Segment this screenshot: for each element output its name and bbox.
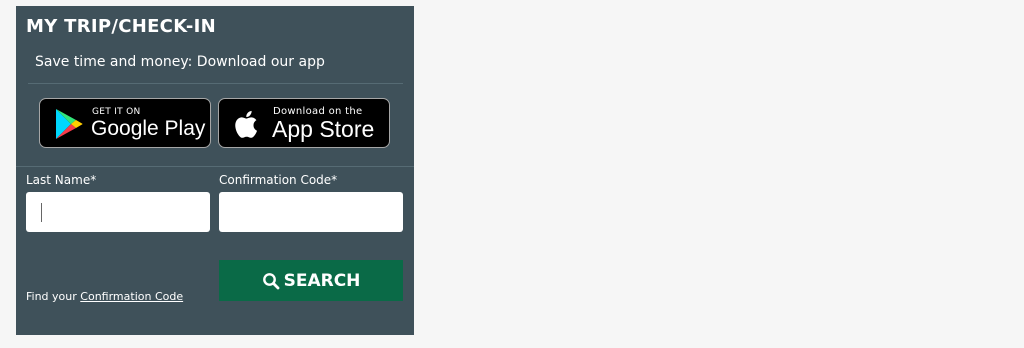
search-button-label: SEARCH [283,270,361,291]
last-name-label: Last Name* [26,173,97,187]
app-store-big-text: App Store [272,116,375,142]
google-play-small-text: GET IT ON [92,107,141,117]
find-confirmation-text: Find your Confirmation Code [26,290,183,303]
panel-title: MY TRIP/CHECK-IN [26,16,217,37]
text-cursor [41,203,42,222]
confirmation-code-link[interactable]: Confirmation Code [80,290,183,303]
divider [28,83,403,84]
confirmation-code-label: Confirmation Code* [219,173,338,187]
google-play-badge[interactable]: GET IT ON Google Play [39,98,211,148]
last-name-input[interactable] [26,192,210,232]
apple-icon [235,110,257,138]
checkin-panel: MY TRIP/CHECK-IN Save time and money: Do… [16,6,414,335]
app-promo-text: Save time and money: Download our app [35,54,325,70]
divider [16,166,414,167]
google-play-big-text: Google Play [91,117,206,140]
confirmation-code-input[interactable] [219,192,403,232]
app-store-badge[interactable]: Download on the App Store [218,98,390,148]
find-prefix: Find your [26,290,77,303]
search-button[interactable]: SEARCH [219,260,403,301]
google-play-icon [56,109,83,139]
search-icon [262,272,279,289]
